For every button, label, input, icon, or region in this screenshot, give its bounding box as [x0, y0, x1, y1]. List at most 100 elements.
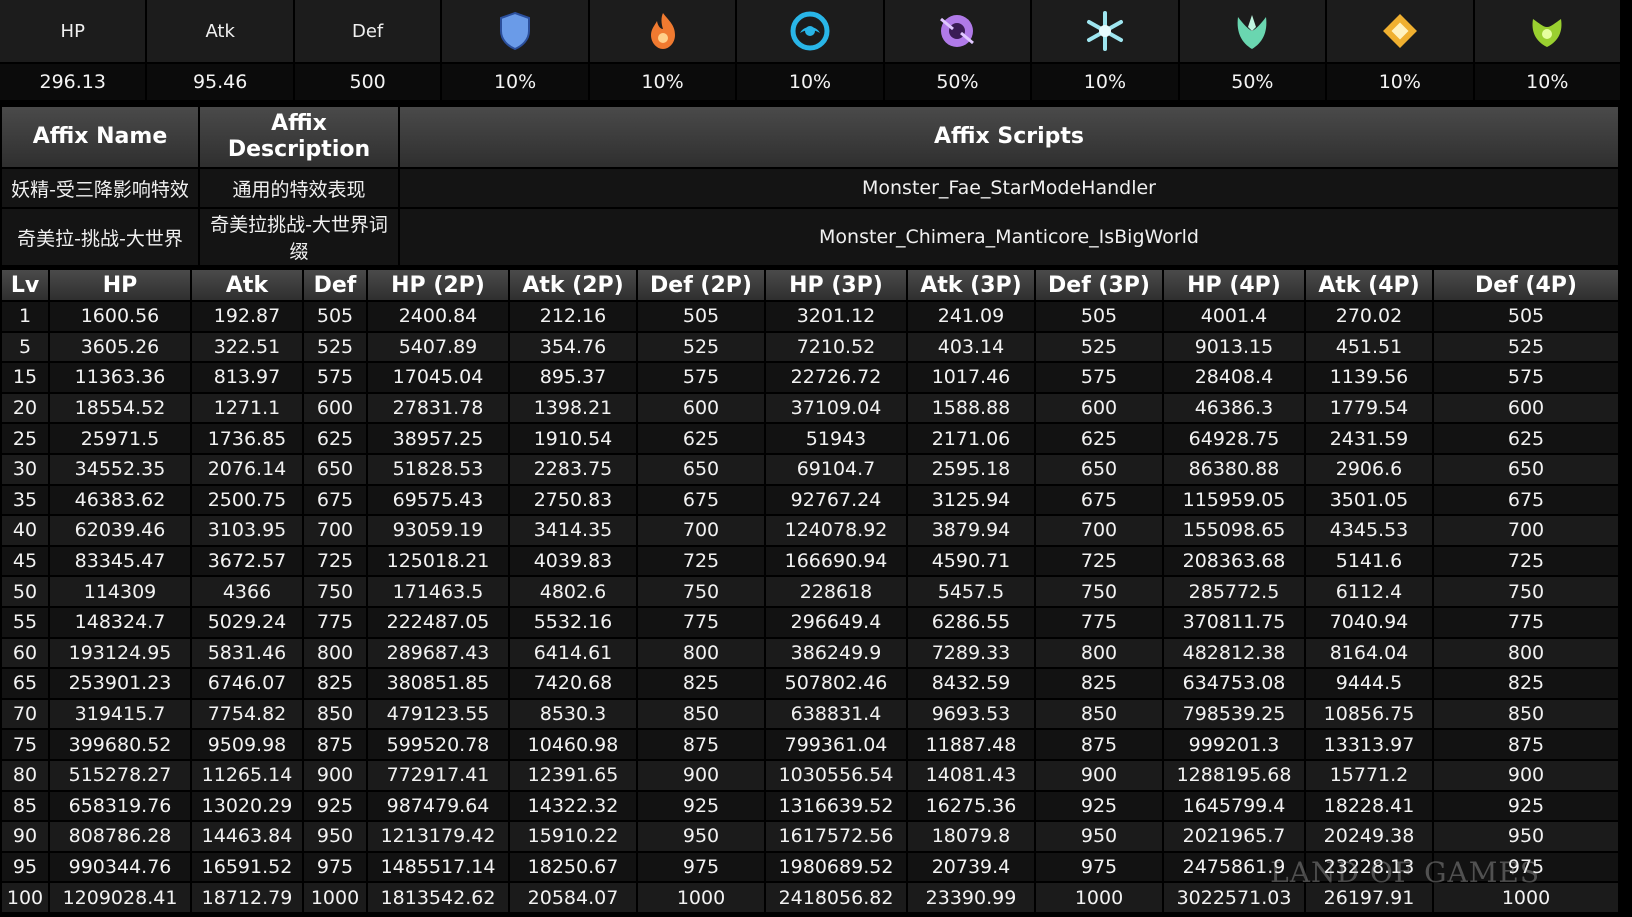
- table-cell: 380851.85: [368, 669, 508, 698]
- table-cell: 222487.05: [368, 607, 508, 637]
- table-cell: 25971.5: [50, 424, 190, 453]
- table-cell: 319415.7: [50, 699, 190, 729]
- table-cell: 5141.6: [1306, 546, 1432, 576]
- table-cell: 505: [638, 302, 764, 331]
- stat-value: 10%: [589, 64, 736, 100]
- table-cell: 2475861.9: [1164, 852, 1304, 882]
- table-cell: 2595.18: [908, 454, 1034, 484]
- table-cell: 1588.88: [908, 393, 1034, 423]
- stat-cell: 10%: [1327, 0, 1473, 100]
- table-cell: 925: [304, 791, 366, 821]
- table-cell: 1000: [1036, 883, 1162, 912]
- table-cell: 2906.6: [1306, 454, 1432, 484]
- table-cell: 900: [1434, 760, 1618, 790]
- table-cell: 3672.57: [192, 546, 302, 576]
- table-cell: 700: [638, 516, 764, 545]
- table-cell: 813.97: [192, 363, 302, 392]
- table-cell: 11363.36: [50, 363, 190, 392]
- table-cell: 625: [304, 424, 366, 453]
- table-cell: 2750.83: [510, 485, 636, 515]
- table-cell: 675: [1036, 485, 1162, 515]
- table-cell: 75: [2, 730, 48, 759]
- table-cell: 1000: [304, 883, 366, 912]
- table-cell: 45: [2, 546, 48, 576]
- table-cell: 1485517.14: [368, 852, 508, 882]
- table-cell: 650: [1434, 454, 1618, 484]
- table-cell: 875: [638, 730, 764, 759]
- table-cell: 193124.95: [50, 638, 190, 668]
- column-header: Def (3P): [1036, 270, 1162, 300]
- table-cell: 9444.5: [1306, 669, 1432, 698]
- table-cell: 65: [2, 669, 48, 698]
- affix-table: Affix Name Affix Description Affix Scrip…: [0, 105, 1620, 267]
- table-cell: 1645799.4: [1164, 791, 1304, 821]
- table-row: 100 1209028.41 18712.79 1000 1813542.62 20584…: [2, 883, 1618, 912]
- table-cell: 625: [1434, 424, 1618, 453]
- table-cell: 370811.75: [1164, 607, 1304, 637]
- table-cell: 86380.88: [1164, 454, 1304, 484]
- table-cell: 775: [638, 607, 764, 637]
- table-cell: 925: [638, 791, 764, 821]
- table-cell: 64928.75: [1164, 424, 1304, 453]
- table-row: 55 148324.7 5029.24 775 222487.05 5532.16 775 2…: [2, 607, 1618, 637]
- table-cell: 772917.41: [368, 760, 508, 790]
- table-cell: 16275.36: [908, 791, 1034, 821]
- table-cell: 9013.15: [1164, 332, 1304, 362]
- table-cell: 658319.76: [50, 791, 190, 821]
- table-cell: 4366: [192, 577, 302, 606]
- table-cell: 208363.68: [1164, 546, 1304, 576]
- table-cell: 750: [1434, 577, 1618, 606]
- table-row: 80 515278.27 11265.14 900 772917.41 12391.65 9…: [2, 760, 1618, 790]
- column-header: Def (4P): [1434, 270, 1618, 300]
- table-row: 85 658319.76 13020.29 925 987479.64 14322.32 9…: [2, 791, 1618, 821]
- table-row: 60 193124.95 5831.46 800 289687.43 6414.61 800…: [2, 638, 1618, 668]
- hydro-icon: [737, 0, 883, 62]
- stat-cell: Atk 95.46: [147, 0, 293, 100]
- table-cell: 30: [2, 454, 48, 484]
- table-cell: 975: [1434, 852, 1618, 882]
- stat-value: 50%: [1179, 64, 1326, 100]
- table-cell: 1209028.41: [50, 883, 190, 912]
- pyro-icon: [589, 0, 736, 62]
- table-cell: 1139.56: [1306, 363, 1432, 392]
- table-cell: 69104.7: [766, 454, 906, 484]
- table-cell: 10460.98: [510, 730, 636, 759]
- table-row: 5 3605.26 322.51 525 5407.89 354.76 525 7210.52…: [2, 332, 1618, 362]
- table-cell: 8432.59: [908, 669, 1034, 698]
- table-cell: 1000: [1434, 883, 1618, 912]
- column-header: Atk (2P): [510, 270, 636, 300]
- table-cell: 7754.82: [192, 699, 302, 729]
- table-cell: 90: [2, 822, 48, 851]
- affix-name: 奇美拉-挑战-大世界: [2, 209, 198, 265]
- table-cell: 114309: [50, 577, 190, 606]
- table-cell: 6112.4: [1306, 577, 1432, 606]
- table-cell: 975: [638, 852, 764, 882]
- table-cell: 800: [638, 638, 764, 668]
- affix-row: 奇美拉-挑战-大世界 奇美拉挑战-大世界词缀 Monster_Chimera_M…: [2, 209, 1618, 265]
- table-cell: 775: [304, 607, 366, 637]
- table-cell: 8530.3: [510, 699, 636, 729]
- stat-value: 296.13: [0, 64, 146, 100]
- table-cell: 148324.7: [50, 607, 190, 637]
- table-cell: 296649.4: [766, 607, 906, 637]
- table-cell: 115959.05: [1164, 485, 1304, 515]
- table-cell: 241.09: [908, 302, 1034, 331]
- table-cell: 798539.25: [1164, 699, 1304, 729]
- table-cell: 9693.53: [908, 699, 1034, 729]
- table-cell: 575: [1036, 363, 1162, 392]
- table-cell: 14463.84: [192, 822, 302, 851]
- stat-value: 10%: [737, 64, 883, 100]
- table-cell: 228618: [766, 577, 906, 606]
- table-cell: 825: [1434, 669, 1618, 698]
- table-cell: 808786.28: [50, 822, 190, 851]
- table-cell: 515278.27: [50, 760, 190, 790]
- electro-icon: [884, 0, 1031, 62]
- table-cell: 900: [304, 760, 366, 790]
- dendro-icon: [1474, 0, 1620, 62]
- table-cell: 675: [304, 485, 366, 515]
- table-cell: 14322.32: [510, 791, 636, 821]
- table-cell: 125018.21: [368, 546, 508, 576]
- table-cell: 37109.04: [766, 393, 906, 423]
- table-cell: 700: [1434, 516, 1618, 545]
- table-cell: 5407.89: [368, 332, 508, 362]
